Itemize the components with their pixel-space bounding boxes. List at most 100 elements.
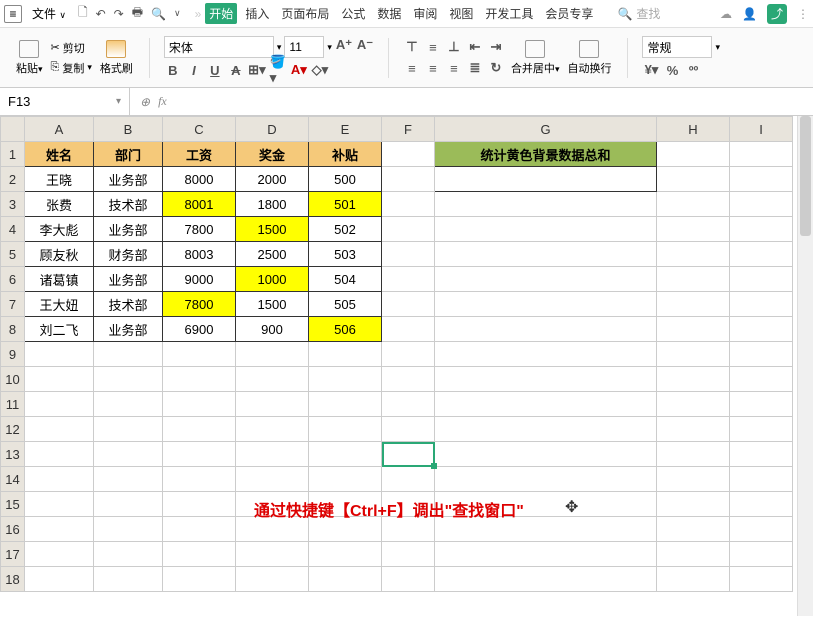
cell-G8[interactable] — [435, 317, 657, 342]
align-top-icon[interactable]: ⊤ — [403, 38, 421, 56]
cell-G9[interactable] — [435, 342, 657, 367]
cell-F5[interactable] — [382, 242, 435, 267]
cell-E5[interactable]: 503 — [309, 242, 382, 267]
wrap-button[interactable]: 自动换行 — [565, 38, 613, 78]
cell-H7[interactable] — [657, 292, 730, 317]
cell-H8[interactable] — [657, 317, 730, 342]
cell-C8[interactable]: 6900 — [163, 317, 236, 342]
row-header-5[interactable]: 5 — [1, 242, 25, 267]
cell-D3[interactable]: 1800 — [236, 192, 309, 217]
underline-button[interactable]: U — [206, 61, 224, 79]
cell-C4[interactable]: 7800 — [163, 217, 236, 242]
copy-button[interactable]: ⎘复制▾ — [49, 59, 94, 77]
cell-F14[interactable] — [382, 467, 435, 492]
cell-G5[interactable] — [435, 242, 657, 267]
cell-I10[interactable] — [730, 367, 793, 392]
font-size-input[interactable] — [284, 36, 324, 58]
redo-icon[interactable]: ↷ — [114, 7, 124, 21]
cell-B14[interactable] — [94, 467, 163, 492]
row-header-13[interactable]: 13 — [1, 442, 25, 467]
cell-B18[interactable] — [94, 567, 163, 592]
cell-A14[interactable] — [25, 467, 94, 492]
cell-A1[interactable]: 姓名 — [25, 142, 94, 167]
cell-G12[interactable] — [435, 417, 657, 442]
tab-insert[interactable]: 插入 — [241, 3, 273, 24]
align-left-icon[interactable]: ≡ — [403, 59, 421, 77]
cell-A18[interactable] — [25, 567, 94, 592]
italic-button[interactable]: I — [185, 61, 203, 79]
cell-A12[interactable] — [25, 417, 94, 442]
row-header-8[interactable]: 8 — [1, 317, 25, 342]
cell-A6[interactable]: 诸葛镇 — [25, 267, 94, 292]
col-header-D[interactable]: D — [236, 117, 309, 142]
cell-G17[interactable] — [435, 542, 657, 567]
cell-D4[interactable]: 1500 — [236, 217, 309, 242]
cell-F2[interactable] — [382, 167, 435, 192]
cell-E4[interactable]: 502 — [309, 217, 382, 242]
cell-F10[interactable] — [382, 367, 435, 392]
cell-A16[interactable] — [25, 517, 94, 542]
col-header-F[interactable]: F — [382, 117, 435, 142]
cell-H11[interactable] — [657, 392, 730, 417]
cell-I16[interactable] — [730, 517, 793, 542]
comma-icon[interactable]: ºº — [684, 61, 702, 79]
row-header-4[interactable]: 4 — [1, 217, 25, 242]
cell-B13[interactable] — [94, 442, 163, 467]
clear-format-button[interactable]: ◇▾ — [311, 61, 329, 79]
cell-I14[interactable] — [730, 467, 793, 492]
share-button[interactable]: ⤴ — [767, 4, 787, 24]
cell-D8[interactable]: 900 — [236, 317, 309, 342]
cell-D17[interactable] — [236, 542, 309, 567]
cell-F6[interactable] — [382, 267, 435, 292]
cell-H1[interactable] — [657, 142, 730, 167]
tab-member[interactable]: 会员专享 — [541, 3, 597, 24]
cell-I6[interactable] — [730, 267, 793, 292]
cell-H4[interactable] — [657, 217, 730, 242]
cell-C11[interactable] — [163, 392, 236, 417]
cell-B6[interactable]: 业务部 — [94, 267, 163, 292]
cell-I1[interactable] — [730, 142, 793, 167]
align-right-icon[interactable]: ≡ — [445, 59, 463, 77]
align-middle-icon[interactable]: ≡ — [424, 38, 442, 56]
cell-D12[interactable] — [236, 417, 309, 442]
cell-G2[interactable] — [435, 167, 657, 192]
cell-A10[interactable] — [25, 367, 94, 392]
cell-D9[interactable] — [236, 342, 309, 367]
cell-C3[interactable]: 8001 — [163, 192, 236, 217]
merge-button[interactable]: 合并居中▾ — [509, 38, 562, 78]
tab-home[interactable]: 开始 — [205, 3, 237, 24]
cell-B16[interactable] — [94, 517, 163, 542]
vertical-scrollbar[interactable] — [797, 116, 813, 616]
cell-C18[interactable] — [163, 567, 236, 592]
cell-B15[interactable] — [94, 492, 163, 517]
row-header-14[interactable]: 14 — [1, 467, 25, 492]
cell-I17[interactable] — [730, 542, 793, 567]
cell-A8[interactable]: 刘二飞 — [25, 317, 94, 342]
cell-I9[interactable] — [730, 342, 793, 367]
cell-D18[interactable] — [236, 567, 309, 592]
cell-D13[interactable] — [236, 442, 309, 467]
number-format-select[interactable] — [642, 36, 712, 58]
cell-D5[interactable]: 2500 — [236, 242, 309, 267]
cell-F12[interactable] — [382, 417, 435, 442]
cell-B8[interactable]: 业务部 — [94, 317, 163, 342]
name-box[interactable]: F13 ▾ — [0, 88, 130, 115]
cell-B10[interactable] — [94, 367, 163, 392]
cloud-icon[interactable]: ☁ — [720, 7, 732, 21]
cell-G10[interactable] — [435, 367, 657, 392]
tab-review[interactable]: 审阅 — [409, 3, 441, 24]
cell-A3[interactable]: 张费 — [25, 192, 94, 217]
row-header-1[interactable]: 1 — [1, 142, 25, 167]
cell-E8[interactable]: 506 — [309, 317, 382, 342]
cell-I2[interactable] — [730, 167, 793, 192]
cell-C16[interactable] — [163, 517, 236, 542]
justify-icon[interactable]: ≣ — [466, 59, 484, 77]
cell-C12[interactable] — [163, 417, 236, 442]
cell-G6[interactable] — [435, 267, 657, 292]
decrease-font-icon[interactable]: A⁻ — [356, 36, 374, 54]
cell-G18[interactable] — [435, 567, 657, 592]
cell-G14[interactable] — [435, 467, 657, 492]
cell-B11[interactable] — [94, 392, 163, 417]
cell-D11[interactable] — [236, 392, 309, 417]
row-header-7[interactable]: 7 — [1, 292, 25, 317]
